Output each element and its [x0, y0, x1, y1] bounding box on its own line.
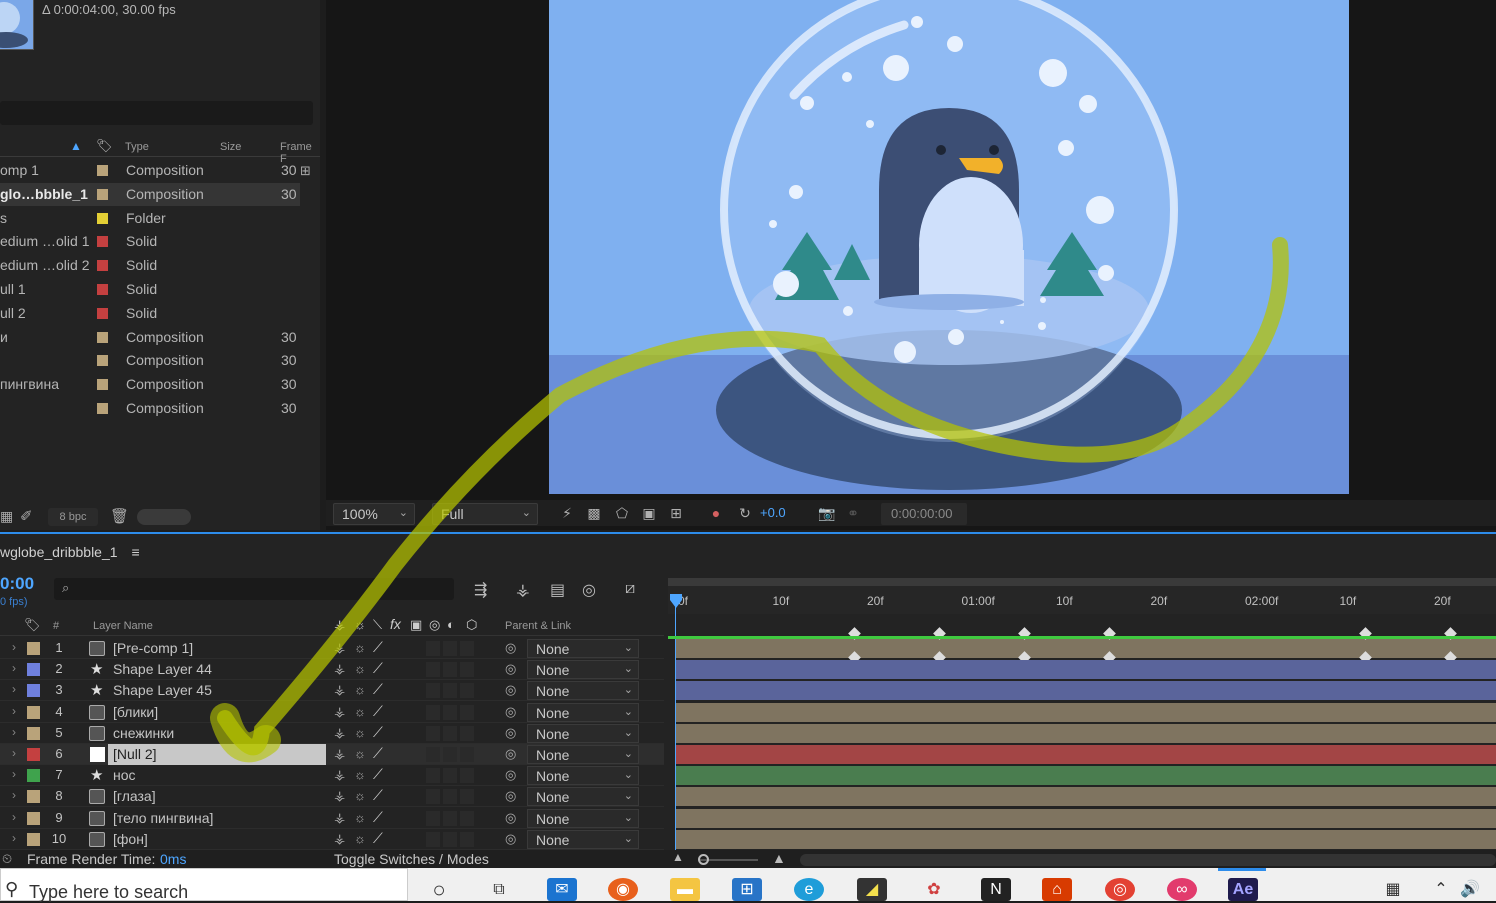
after-effects-icon[interactable]: Ae	[1228, 878, 1258, 901]
task-view-icon[interactable]: ⧉	[484, 878, 514, 901]
sticky-notes-icon[interactable]: ◢	[857, 878, 887, 901]
tray-chevron-icon[interactable]: ⌃	[1426, 878, 1456, 901]
file-explorer-icon[interactable]: ▬	[670, 878, 700, 901]
active-app-indicator	[1218, 868, 1266, 871]
store-icon[interactable]: ⊞	[732, 878, 762, 901]
search-placeholder: Type here to search	[29, 882, 189, 902]
windows-taskbar: ⚲ Type here to search ○ ⧉ ✉ ◉ ▬ ⊞ e ◢ ✿ …	[0, 868, 1496, 902]
chrome-icon[interactable]: ◎	[1105, 878, 1135, 901]
news-widget-icon[interactable]: ▦	[1378, 878, 1408, 901]
search-icon: ⚲	[5, 879, 19, 899]
mail-icon[interactable]: ✉	[547, 878, 577, 901]
office-icon[interactable]: ⌂	[1042, 878, 1072, 901]
notion-icon[interactable]: N	[981, 878, 1011, 901]
taskbar-search-input[interactable]: ⚲ Type here to search	[0, 868, 408, 902]
creative-cloud-icon[interactable]: ∞	[1167, 878, 1197, 901]
motion-path-overlay	[210, 237, 1289, 763]
cortana-circle-icon[interactable]: ○	[424, 878, 454, 901]
paint-icon[interactable]: ✿	[919, 878, 949, 901]
firefox-icon[interactable]: ◉	[608, 878, 638, 901]
edge-icon[interactable]: e	[794, 878, 824, 901]
volume-icon[interactable]: 🔊	[1455, 878, 1485, 901]
